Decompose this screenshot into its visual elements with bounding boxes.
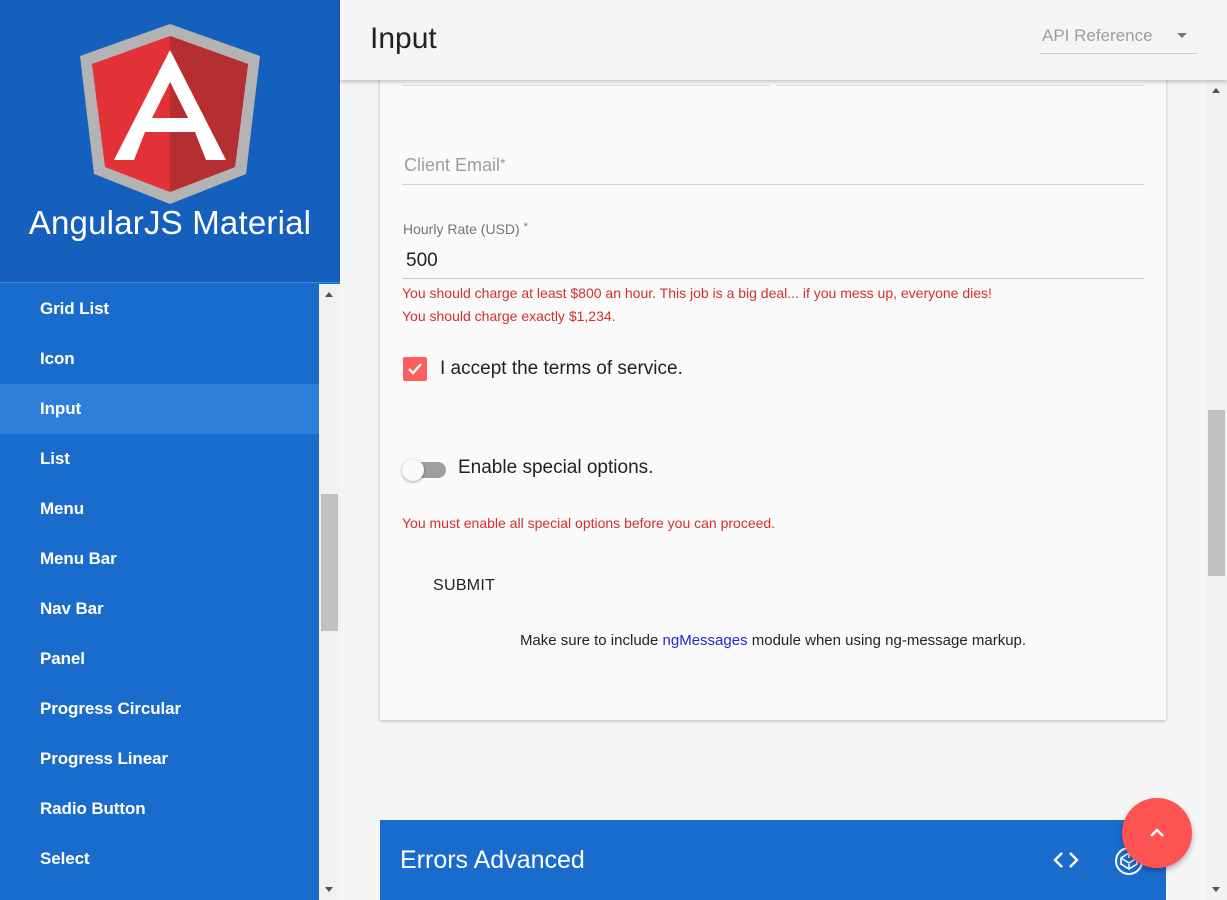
client-email-field[interactable]: Client Email* [404,155,505,176]
sidebar-item-menu-bar[interactable]: Menu Bar [0,534,319,584]
hourly-rate-label-wrap: Hourly Rate (USD) * [403,221,528,237]
terms-label[interactable]: I accept the terms of service. [440,358,683,380]
switch-error-message: You must enable all special options befo… [402,515,776,531]
brand-title: AngularJS Material [28,204,312,241]
hourly-rate-input[interactable]: 500 [406,250,438,272]
main-scrollbar[interactable] [1206,80,1227,900]
terms-checkbox[interactable] [403,357,427,381]
sidebar-item-select[interactable]: Select [0,834,319,884]
page-title: Input [370,22,437,55]
sidebar-item-nav-bar[interactable]: Nav Bar [0,584,319,634]
sidebar-item-menu[interactable]: Menu [0,484,319,534]
ngmessages-link[interactable]: ngMessages [663,632,748,649]
submit-button[interactable]: SUBMIT [418,566,512,606]
scroll-up-arrow-icon[interactable] [1212,88,1220,93]
sidebar-item-input[interactable]: Input [0,384,319,434]
hourly-rate-underline [402,278,1144,279]
chevron-up-icon [1150,828,1164,837]
sidebar-menu: Grid List Icon Input List Menu Menu Bar … [0,284,319,900]
code-icon[interactable] [1052,848,1080,872]
note-text-after: module when using ng-message markup. [747,632,1027,649]
ngmessages-note: Make sure to include ngMessages module w… [380,632,1166,649]
required-mark: * [500,155,506,171]
sidebar-item-progress-circular[interactable]: Progress Circular [0,684,319,734]
top-toolbar: Input API Reference [340,0,1227,80]
sidebar-item-icon[interactable]: Icon [0,334,319,384]
api-reference-select[interactable]: API Reference [1040,22,1197,54]
main-content: Client Email* Hourly Rate (USD) * 500 Yo… [340,80,1206,900]
hourly-rate-label: Hourly Rate (USD) [403,221,520,237]
required-mark: * [523,221,528,233]
note-text-before: Make sure to include [519,632,663,649]
sidebar-item-grid-list[interactable]: Grid List [0,284,319,334]
sidebar-item-radio-button[interactable]: Radio Button [0,784,319,834]
sidebar: AngularJS Material Grid List Icon Input … [0,0,340,900]
checkmark-icon [408,363,422,375]
api-select-value: API Reference [1042,26,1153,45]
client-email-label: Client Email [404,155,501,175]
scroll-up-arrow-icon[interactable] [325,292,333,297]
field-underline [402,85,770,86]
sidebar-item-progress-linear[interactable]: Progress Linear [0,734,319,784]
scroll-down-arrow-icon[interactable] [1212,887,1220,892]
scroll-to-top-button[interactable] [1122,798,1192,868]
rate-error-message: You should charge exactly $1,234. [402,308,616,324]
angularjs-logo [80,24,260,204]
rate-error-message: You should charge at least $800 an hour.… [402,285,992,301]
demo-card: Client Email* Hourly Rate (USD) * 500 Yo… [380,80,1166,720]
sidebar-item-list[interactable]: List [0,434,319,484]
client-email-underline [402,184,1144,185]
field-underline [776,85,1144,86]
main-scrollbar-thumb[interactable] [1208,410,1225,576]
sidebar-item-panel[interactable]: Panel [0,634,319,684]
scroll-down-arrow-icon[interactable] [325,887,333,892]
dropdown-caret-icon [1177,33,1187,38]
sidebar-brand[interactable]: AngularJS Material [0,0,340,283]
sidebar-scrollbar-thumb[interactable] [321,494,338,631]
switch-thumb[interactable] [402,459,424,481]
special-options-label[interactable]: Enable special options. [458,457,653,479]
section-title: Errors Advanced [400,846,585,874]
errors-advanced-section-header: Errors Advanced [380,820,1166,900]
sidebar-scrollbar[interactable] [319,284,340,900]
